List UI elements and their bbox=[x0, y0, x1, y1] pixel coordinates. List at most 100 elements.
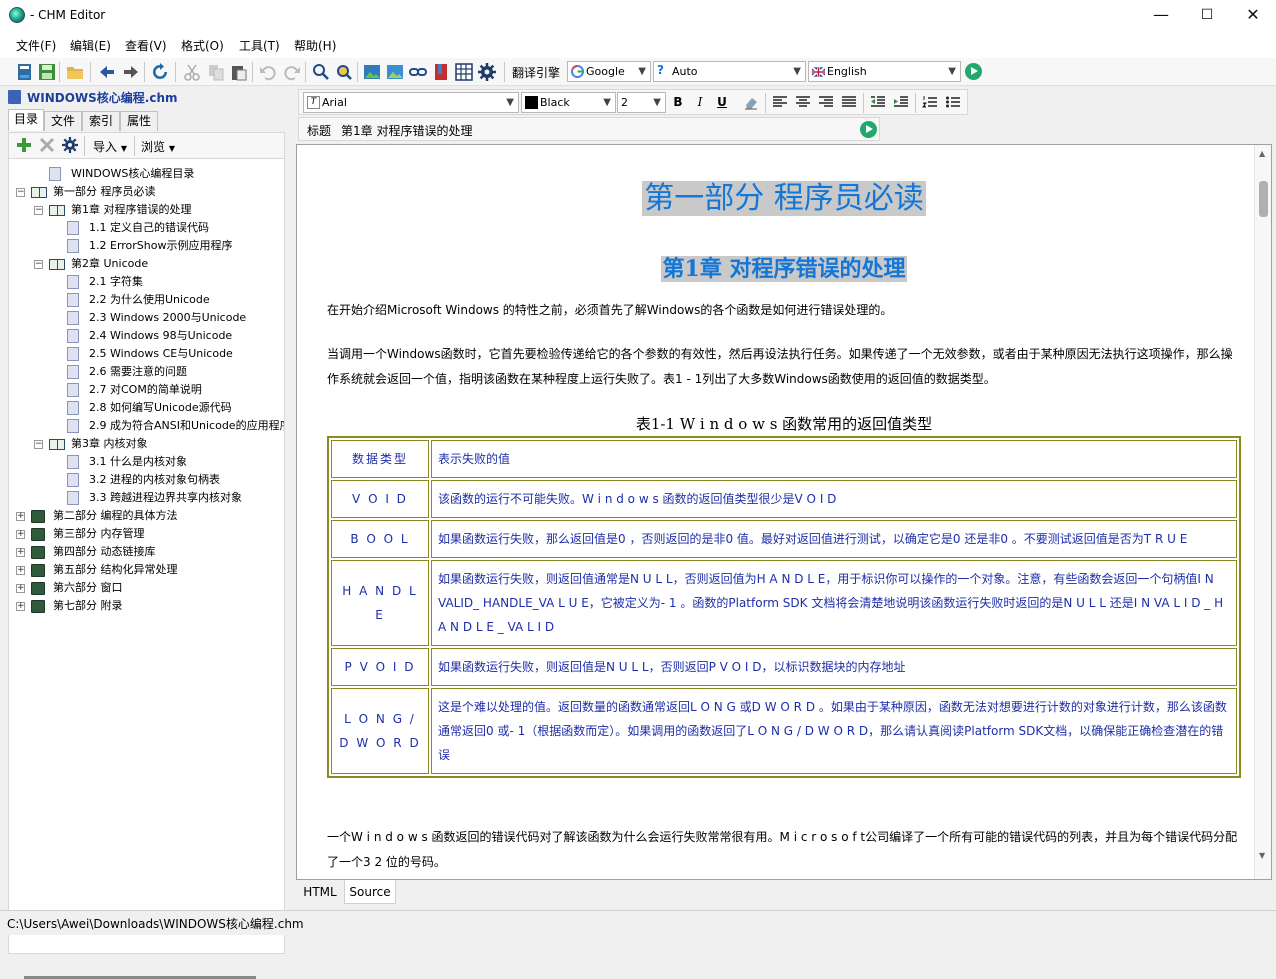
undo-icon[interactable] bbox=[259, 63, 277, 81]
translate-engine-value: Google bbox=[586, 65, 625, 78]
open-folder-icon[interactable] bbox=[66, 63, 84, 81]
tree-item-label: 第四部分 动态链接库 bbox=[53, 545, 156, 558]
table-cell-type: P V O I D bbox=[331, 648, 429, 686]
chevron-down-icon: ▼ bbox=[793, 66, 801, 77]
outdent-icon[interactable] bbox=[870, 94, 886, 110]
maximize-button[interactable]: ☐ bbox=[1184, 0, 1230, 32]
import-dropdown[interactable]: 导入 ▼ bbox=[93, 138, 127, 155]
justify-icon[interactable] bbox=[841, 94, 857, 110]
menu-bar: 文件(F) 编辑(E) 查看(V) 格式(O) 工具(T) 帮助(H) bbox=[0, 32, 1276, 58]
insert-picture-icon[interactable] bbox=[386, 63, 404, 81]
align-center-icon[interactable] bbox=[795, 94, 811, 110]
menu-help[interactable]: 帮助(H) bbox=[294, 37, 336, 54]
left-panel: WINDOWS核心编程.chm 目录 文件 索引 属性 导入 ▼ 浏览 ▼ WI… bbox=[0, 86, 290, 979]
browse-label: 浏览 bbox=[141, 140, 166, 154]
table-cell-failure-value: 这是个难以处理的值。返回数量的函数通常返回L O N G 或D W O R D … bbox=[431, 688, 1237, 774]
translate-go-button[interactable] bbox=[965, 63, 982, 80]
minimize-button[interactable]: — bbox=[1138, 0, 1184, 32]
find-icon[interactable] bbox=[312, 63, 330, 81]
toolbar-separator bbox=[144, 62, 145, 82]
indent-icon[interactable] bbox=[893, 94, 909, 110]
delete-icon[interactable] bbox=[39, 137, 55, 153]
question-icon: ? bbox=[657, 63, 664, 77]
source-language-select[interactable]: ? Auto ▼ bbox=[653, 61, 806, 82]
font-color-select[interactable]: Black ▼ bbox=[521, 92, 616, 113]
scroll-up-icon[interactable]: ▲ bbox=[1259, 149, 1265, 158]
forward-arrow-icon[interactable] bbox=[122, 63, 140, 81]
tree-settings-gear-icon[interactable] bbox=[62, 137, 78, 153]
replace-icon[interactable] bbox=[335, 63, 353, 81]
window-title: - CHM Editor bbox=[30, 8, 106, 22]
page-icon bbox=[67, 455, 79, 469]
chevron-down-icon: ▼ bbox=[506, 97, 514, 108]
insert-table-icon[interactable] bbox=[455, 63, 473, 81]
collapse-icon[interactable]: − bbox=[34, 206, 43, 215]
target-language-select[interactable]: English ▼ bbox=[808, 61, 961, 82]
expand-icon[interactable]: + bbox=[16, 512, 25, 521]
back-arrow-icon[interactable] bbox=[98, 63, 116, 81]
align-right-icon[interactable] bbox=[818, 94, 834, 110]
expand-icon[interactable]: + bbox=[16, 548, 25, 557]
part-heading: 第一部分 程序员必读 bbox=[327, 173, 1241, 217]
scroll-thumb[interactable] bbox=[1259, 181, 1268, 217]
refresh-icon[interactable] bbox=[151, 63, 169, 81]
tab-contents[interactable]: 目录 bbox=[8, 109, 44, 131]
bold-button[interactable]: B bbox=[670, 94, 686, 110]
numbered-list-icon[interactable] bbox=[922, 94, 938, 110]
redo-icon[interactable] bbox=[283, 63, 301, 81]
expand-icon[interactable]: + bbox=[16, 602, 25, 611]
insert-image-icon[interactable] bbox=[363, 63, 381, 81]
align-left-icon[interactable] bbox=[772, 94, 788, 110]
table-caption: 表1-1 W i n d o w s 函数常用的返回值类型 bbox=[635, 415, 933, 433]
eraser-icon[interactable] bbox=[743, 94, 759, 110]
tab-properties[interactable]: 属性 bbox=[120, 111, 158, 131]
italic-button[interactable]: I bbox=[692, 94, 708, 110]
collapse-icon[interactable]: − bbox=[34, 260, 43, 269]
expand-icon[interactable]: + bbox=[16, 566, 25, 575]
insert-link-icon[interactable] bbox=[409, 63, 427, 81]
font-family-select[interactable]: T Arial ▼ bbox=[303, 92, 519, 113]
menu-tools[interactable]: 工具(T) bbox=[239, 37, 280, 54]
expand-icon[interactable]: + bbox=[16, 530, 25, 539]
menu-format[interactable]: 格式(O) bbox=[181, 37, 224, 54]
table-cell-type: 数据类型 bbox=[331, 440, 429, 478]
chevron-down-icon: ▼ bbox=[603, 97, 611, 108]
bullet-list-icon[interactable] bbox=[945, 94, 961, 110]
settings-gear-icon[interactable] bbox=[478, 63, 496, 81]
document-view[interactable]: 第一部分 程序员必读 第1章 对程序错误的处理 在开始介绍Microsoft W… bbox=[296, 144, 1272, 880]
tab-index[interactable]: 索引 bbox=[82, 111, 120, 131]
cut-icon[interactable] bbox=[183, 63, 201, 81]
tab-source[interactable]: Source bbox=[344, 880, 396, 904]
close-button[interactable]: ✕ bbox=[1230, 0, 1276, 32]
tree-item-label: 2.2 为什么使用Unicode bbox=[89, 293, 210, 306]
scroll-down-icon[interactable]: ▼ bbox=[1259, 851, 1265, 860]
browse-dropdown[interactable]: 浏览 ▼ bbox=[141, 138, 175, 155]
underline-button[interactable]: U bbox=[714, 94, 730, 110]
collapse-icon[interactable]: − bbox=[16, 188, 25, 197]
menu-edit[interactable]: 编辑(E) bbox=[70, 37, 111, 54]
tree-item-label: 第三部分 内存管理 bbox=[53, 527, 145, 540]
document-vertical-scrollbar[interactable]: ▲ ▼ bbox=[1254, 145, 1271, 879]
table-row: V O I D 该函数的运行不可能失败。W i n d o w s 函数的返回值类… bbox=[331, 480, 1237, 518]
table-cell-type: B O O L bbox=[331, 520, 429, 558]
toolbar-separator bbox=[357, 62, 358, 82]
expand-icon[interactable]: + bbox=[16, 584, 25, 593]
tree-item-label: 2.5 Windows CE与Unicode bbox=[89, 347, 233, 360]
paste-icon[interactable] bbox=[230, 63, 248, 81]
menu-view[interactable]: 查看(V) bbox=[125, 37, 167, 54]
apply-title-button[interactable] bbox=[860, 121, 877, 138]
font-size-select[interactable]: 2 ▼ bbox=[617, 92, 666, 113]
tab-html[interactable]: HTML bbox=[296, 880, 344, 904]
copy-icon[interactable] bbox=[207, 63, 225, 81]
menu-file[interactable]: 文件(F) bbox=[16, 37, 56, 54]
save-icon[interactable] bbox=[38, 63, 56, 81]
collapse-icon[interactable]: − bbox=[34, 440, 43, 449]
bookmark-icon[interactable] bbox=[432, 63, 450, 81]
add-icon[interactable] bbox=[16, 137, 32, 153]
chapter-heading: 第1章 对程序错误的处理 bbox=[327, 251, 1241, 283]
tab-files[interactable]: 文件 bbox=[44, 111, 82, 131]
new-project-icon[interactable] bbox=[16, 63, 34, 81]
page-icon bbox=[67, 239, 79, 253]
translate-engine-select[interactable]: Google ▼ bbox=[567, 61, 651, 82]
topic-title-input[interactable]: 第1章 对程序错误的处理 bbox=[341, 122, 472, 139]
